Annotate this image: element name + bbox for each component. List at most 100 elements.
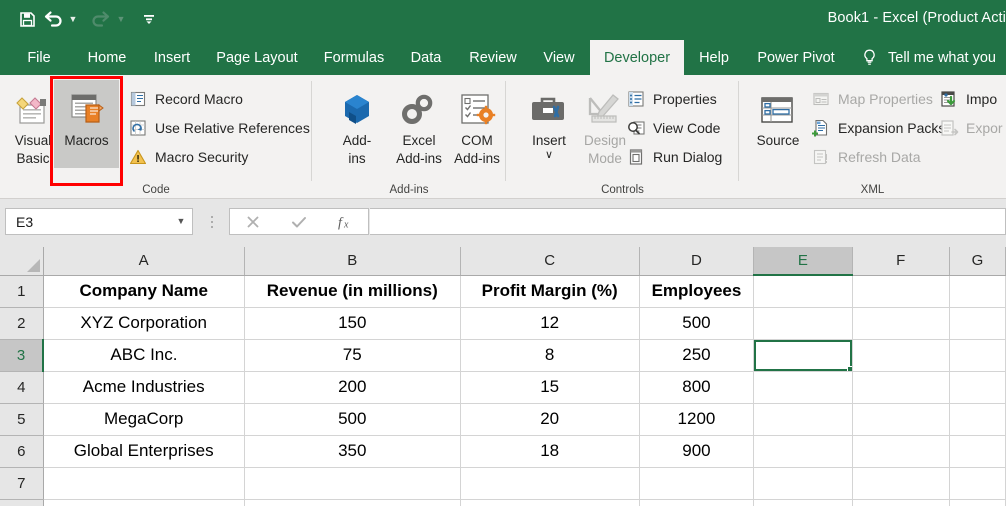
cell-C3[interactable]: 8 [460, 339, 640, 372]
cell-A5[interactable]: MegaCorp [43, 403, 245, 436]
cell-D7[interactable] [639, 467, 755, 500]
ribbon-item-record-macro[interactable]: Record Macro [128, 88, 243, 110]
insert-function-icon[interactable]: fx [325, 213, 365, 231]
cell-B8[interactable] [244, 499, 461, 506]
column-header-C[interactable]: C [460, 247, 640, 276]
column-header-B[interactable]: B [244, 247, 461, 276]
ribbon-button-add-ins[interactable]: Add-ins [326, 80, 388, 168]
enter-formula-icon[interactable] [279, 214, 319, 230]
cell-D3[interactable]: 250 [639, 339, 755, 372]
cell-D2[interactable]: 500 [639, 307, 755, 340]
ribbon-item-view-code[interactable]: View Code [626, 117, 720, 139]
cell-E3[interactable] [753, 339, 853, 372]
ribbon-item-run-dialog[interactable]: Run Dialog [626, 146, 722, 168]
cell-F4[interactable] [852, 371, 950, 404]
cell-C4[interactable]: 15 [460, 371, 640, 404]
row-header-6[interactable]: 6 [0, 435, 44, 468]
cell-D6[interactable]: 900 [639, 435, 755, 468]
cell-F7[interactable] [852, 467, 950, 500]
cell-A3[interactable]: ABC Inc. [43, 339, 245, 372]
ribbon-item-macro-security[interactable]: Macro Security [128, 146, 248, 168]
ribbon-item-properties[interactable]: Properties [626, 88, 717, 110]
name-box-dropdown-caret[interactable]: ▼ [170, 217, 192, 226]
cell-C7[interactable] [460, 467, 640, 500]
cell-E8[interactable] [753, 499, 853, 506]
cell-B2[interactable]: 150 [244, 307, 461, 340]
tab-data[interactable]: Data [400, 40, 452, 75]
name-box[interactable]: E3 ▼ [5, 208, 193, 235]
row-header-7[interactable]: 7 [0, 467, 44, 500]
ribbon-item-use-relative-references[interactable]: Use Relative References [128, 117, 310, 139]
row-header-5[interactable]: 5 [0, 403, 44, 436]
undo-icon[interactable] [40, 6, 66, 32]
cell-E4[interactable] [753, 371, 853, 404]
ribbon-item-import[interactable]: Impo [939, 88, 997, 110]
cell-C6[interactable]: 18 [460, 435, 640, 468]
column-header-D[interactable]: D [639, 247, 755, 276]
ribbon-button-insert-controls[interactable]: Insert ∨ [518, 80, 580, 168]
column-header-E[interactable]: E [753, 247, 853, 276]
cell-C8[interactable] [460, 499, 640, 506]
cell-C2[interactable]: 12 [460, 307, 640, 340]
row-header-8[interactable]: 8 [0, 499, 44, 506]
ribbon-button-excel-add-ins[interactable]: Excel Add-ins [388, 80, 450, 168]
column-header-A[interactable]: A [43, 247, 245, 276]
tab-help[interactable]: Help [688, 40, 740, 75]
tab-file[interactable]: File [14, 40, 64, 75]
cell-C1[interactable]: Profit Margin (%) [460, 275, 640, 308]
cell-B5[interactable]: 500 [244, 403, 461, 436]
cell-G5[interactable] [949, 403, 1006, 436]
cell-E2[interactable] [753, 307, 853, 340]
cell-C5[interactable]: 20 [460, 403, 640, 436]
cell-G1[interactable] [949, 275, 1006, 308]
tab-formulas[interactable]: Formulas [312, 40, 396, 75]
cell-A6[interactable]: Global Enterprises [43, 435, 245, 468]
cell-F1[interactable] [852, 275, 950, 308]
customize-quick-access-toolbar-icon[interactable] [136, 6, 162, 32]
ribbon-item-expansion-packs[interactable]: Expansion Packs [811, 117, 945, 139]
column-header-G[interactable]: G [949, 247, 1006, 276]
cell-F5[interactable] [852, 403, 950, 436]
select-all-corner[interactable] [0, 247, 44, 276]
row-header-3[interactable]: 3 [0, 339, 45, 372]
cell-E1[interactable] [753, 275, 853, 308]
row-header-2[interactable]: 2 [0, 307, 44, 340]
cell-D1[interactable]: Employees [639, 275, 755, 308]
tab-page-layout[interactable]: Page Layout [204, 40, 310, 75]
cell-F3[interactable] [852, 339, 950, 372]
tab-developer[interactable]: Developer [590, 40, 684, 75]
formula-input[interactable] [370, 208, 1006, 235]
column-header-F[interactable]: F [852, 247, 950, 276]
cell-A1[interactable]: Company Name [43, 275, 245, 308]
cell-E7[interactable] [753, 467, 853, 500]
cell-E6[interactable] [753, 435, 853, 468]
tell-me-box[interactable]: Tell me what you [860, 40, 996, 75]
cell-D5[interactable]: 1200 [639, 403, 755, 436]
cell-G8[interactable] [949, 499, 1006, 506]
row-header-1[interactable]: 1 [0, 275, 44, 308]
redo-dropdown-caret[interactable]: ▼ [114, 6, 128, 32]
cell-G4[interactable] [949, 371, 1006, 404]
cell-B1[interactable]: Revenue (in millions) [244, 275, 461, 308]
cell-B4[interactable]: 200 [244, 371, 461, 404]
cell-B3[interactable]: 75 [244, 339, 461, 372]
tab-review[interactable]: Review [456, 40, 530, 75]
cell-F6[interactable] [852, 435, 950, 468]
cell-D4[interactable]: 800 [639, 371, 755, 404]
ribbon-button-com-add-ins[interactable]: COM Add-ins [446, 80, 508, 168]
cell-A2[interactable]: XYZ Corporation [43, 307, 245, 340]
formula-bar-grip[interactable] [205, 212, 219, 232]
cancel-formula-icon[interactable] [233, 214, 273, 230]
tab-view[interactable]: View [532, 40, 586, 75]
cell-D8[interactable] [639, 499, 755, 506]
cell-A4[interactable]: Acme Industries [43, 371, 245, 404]
cell-A8[interactable] [43, 499, 245, 506]
cell-G2[interactable] [949, 307, 1006, 340]
row-header-4[interactable]: 4 [0, 371, 44, 404]
cell-E5[interactable] [753, 403, 853, 436]
ribbon-button-macros[interactable]: Macros [54, 80, 119, 168]
cell-B6[interactable]: 350 [244, 435, 461, 468]
save-icon[interactable] [14, 6, 40, 32]
cell-F2[interactable] [852, 307, 950, 340]
tab-home[interactable]: Home [76, 40, 138, 75]
